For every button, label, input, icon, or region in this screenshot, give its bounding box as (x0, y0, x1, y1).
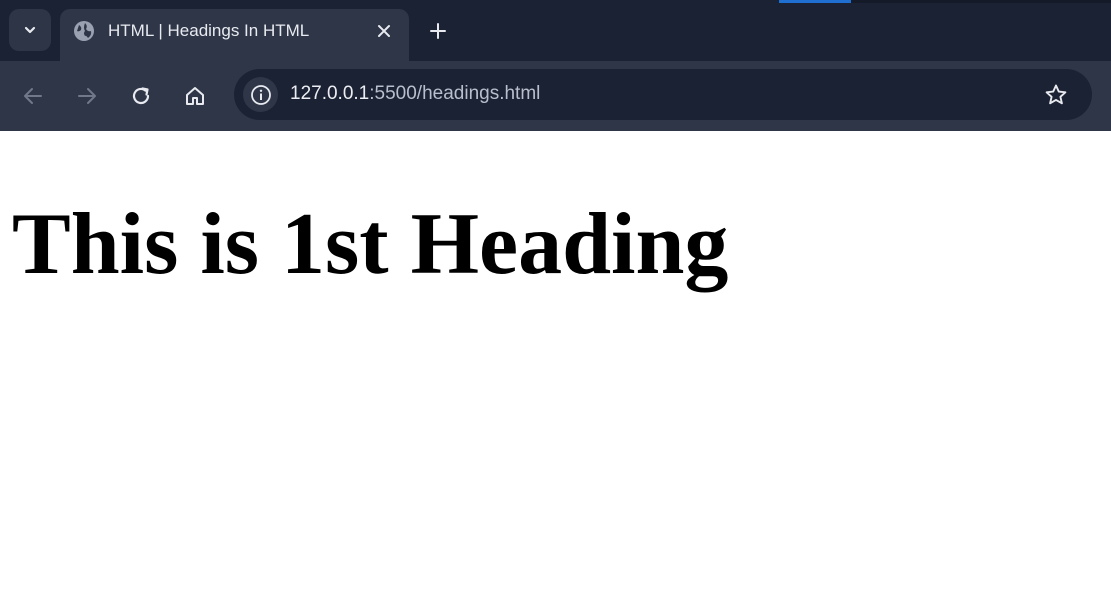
bookmark-button[interactable] (1041, 80, 1071, 110)
browser-toolbar: 127.0.0.1:5500/headings.html (0, 61, 1111, 131)
url-text[interactable]: 127.0.0.1:5500/headings.html (290, 83, 540, 105)
tab-title: HTML | Headings In HTML (108, 21, 310, 40)
globe-icon (73, 20, 95, 42)
arrow-right-icon (78, 88, 96, 104)
star-icon (1045, 84, 1067, 105)
arrow-left-icon (24, 88, 42, 104)
url-path: :5500/headings.html (369, 83, 541, 104)
close-tab-icon[interactable] (372, 19, 396, 43)
page-content: This is 1st Heading (0, 131, 1111, 613)
chevron-down-icon (24, 26, 36, 34)
reload-icon (132, 87, 150, 105)
tab-strip-edge (851, 0, 1111, 3)
plus-icon (430, 23, 446, 39)
site-info-button[interactable] (243, 77, 278, 112)
tab-strip-accent (779, 0, 851, 3)
info-icon (250, 84, 271, 105)
home-icon (186, 87, 204, 105)
back-button[interactable] (17, 80, 49, 112)
page-heading: This is 1st Heading (12, 196, 729, 293)
address-bar[interactable]: 127.0.0.1:5500/headings.html (234, 69, 1092, 120)
url-host: 127.0.0.1 (290, 83, 370, 104)
forward-button[interactable] (71, 80, 103, 112)
home-button[interactable] (179, 80, 211, 112)
active-tab[interactable]: HTML | Headings In HTML (60, 9, 409, 61)
reload-button[interactable] (125, 80, 157, 112)
tab-search-button[interactable] (9, 9, 51, 51)
tab-strip: HTML | Headings In HTML (0, 0, 1111, 61)
new-tab-button[interactable] (424, 17, 452, 45)
